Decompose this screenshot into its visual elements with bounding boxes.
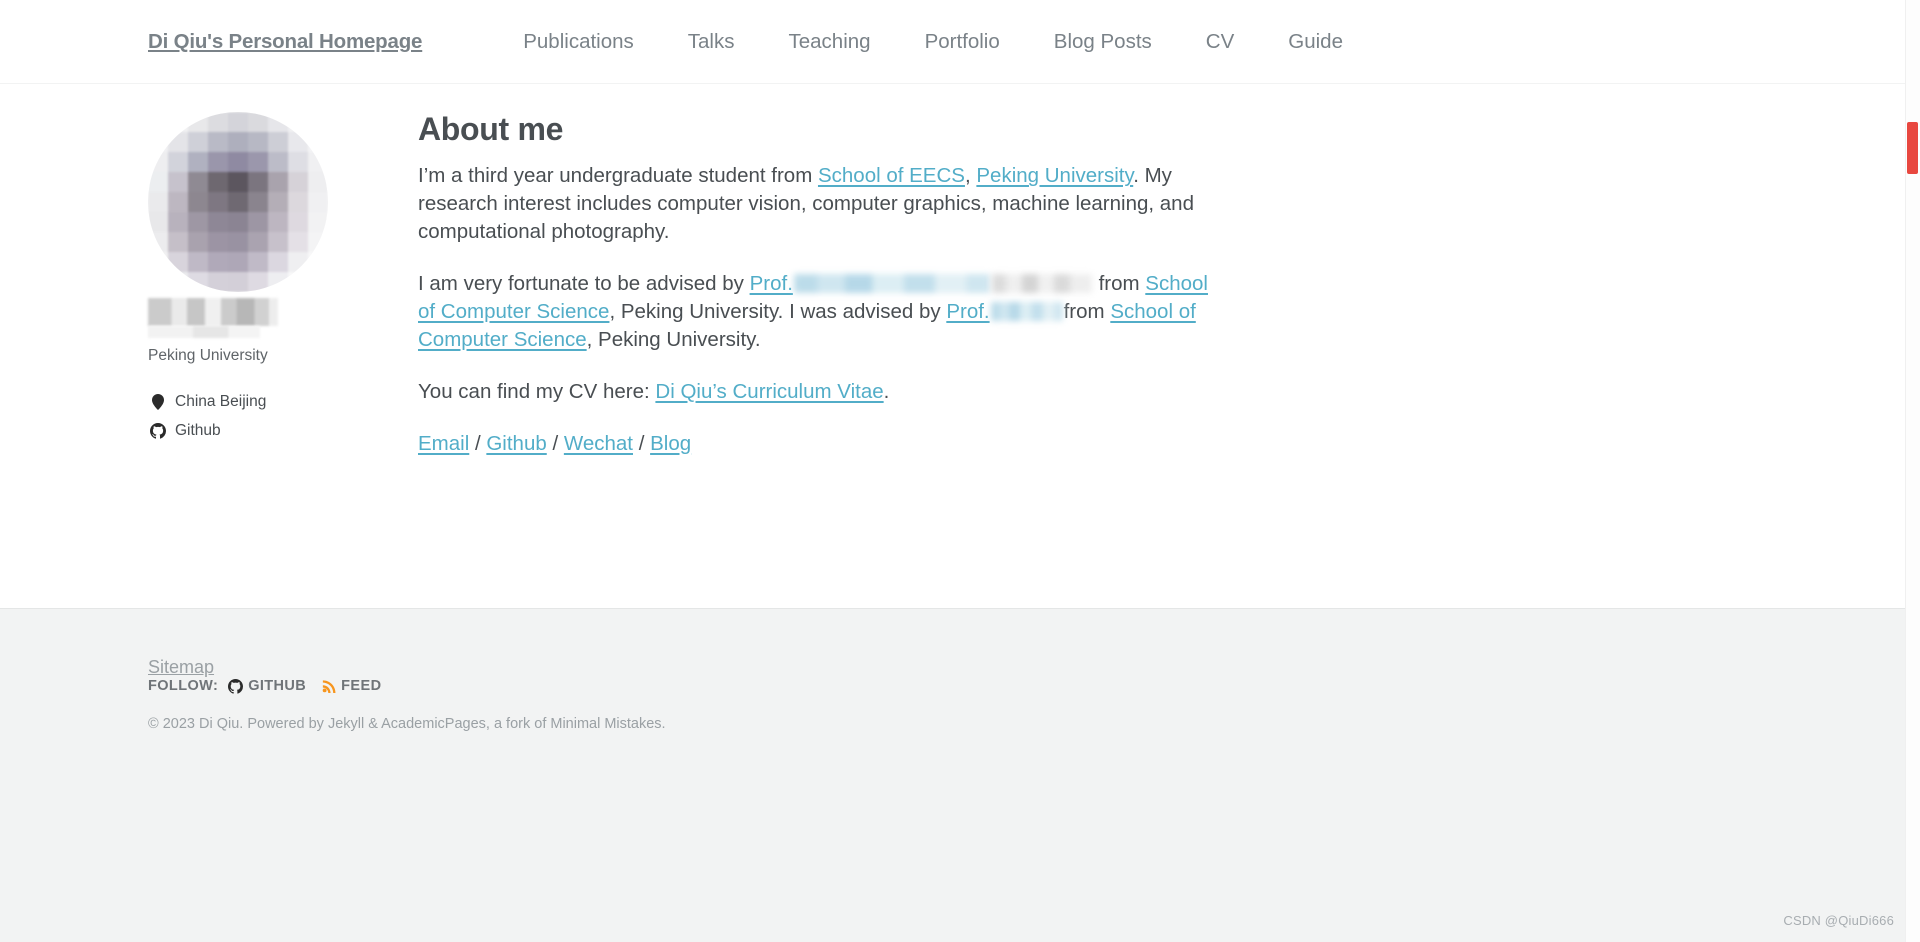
nav-item-portfolio[interactable]: Portfolio bbox=[898, 30, 1027, 54]
nav-link-teaching[interactable]: Teaching bbox=[762, 30, 898, 54]
nav-link-cv[interactable]: CV bbox=[1179, 30, 1261, 54]
link-blog[interactable]: Blog bbox=[650, 432, 691, 455]
avatar-pixelated-mosaic bbox=[148, 112, 328, 292]
nav-item-guide[interactable]: Guide bbox=[1261, 30, 1370, 54]
footer-link-feed-label: FEED bbox=[341, 678, 382, 694]
advisor-text-3: , Peking University. I was advised by bbox=[609, 299, 947, 323]
contact-separator-1: / bbox=[469, 431, 487, 455]
footer-sitemap-link[interactable]: Sitemap bbox=[148, 657, 214, 677]
nav-item-blog-posts[interactable]: Blog Posts bbox=[1027, 30, 1179, 54]
nav-item-talks[interactable]: Talks bbox=[661, 30, 762, 54]
footer-link-github-label: GITHUB bbox=[248, 678, 307, 694]
nav-item-publications[interactable]: Publications bbox=[496, 30, 661, 54]
advisor-two-name-redacted bbox=[990, 301, 1063, 321]
advisor-text-4: from bbox=[1063, 299, 1111, 323]
footer-link-github[interactable]: GITHUB bbox=[228, 678, 306, 694]
vertical-scrollbar-thumb[interactable] bbox=[1907, 122, 1918, 174]
link-advisor-one[interactable]: Prof. bbox=[750, 272, 793, 295]
author-link-github-label: Github bbox=[175, 422, 221, 440]
cv-text-2: . bbox=[883, 379, 890, 403]
link-curriculum-vitae[interactable]: Di Qiu’s Curriculum Vitae bbox=[655, 380, 883, 403]
footer-follow-row: FOLLOW: GITHUB FEED bbox=[148, 678, 1920, 694]
link-github[interactable]: Github bbox=[486, 432, 546, 455]
advisor-text-1: I am very fortunate to be advised by bbox=[418, 272, 750, 296]
nav-link-publications[interactable]: Publications bbox=[496, 30, 661, 54]
main-content: About me I’m a third year undergraduate … bbox=[418, 110, 1208, 481]
github-icon bbox=[228, 678, 244, 694]
nav-link-portfolio[interactable]: Portfolio bbox=[898, 30, 1027, 54]
intro-text-2: , bbox=[964, 164, 977, 188]
masthead-inner: Di Qiu's Personal Homepage Publications … bbox=[0, 0, 1920, 84]
nav-link-talks[interactable]: Talks bbox=[661, 30, 762, 54]
author-link-location[interactable]: China Beijing bbox=[148, 393, 418, 411]
footer-link-feed[interactable]: FEED bbox=[322, 678, 381, 694]
intro-text-1: I’m a third year undergraduate student f… bbox=[418, 164, 818, 188]
advisor-one-name-redacted bbox=[793, 274, 990, 294]
author-link-location-label: China Beijing bbox=[175, 393, 267, 411]
link-wechat[interactable]: Wechat bbox=[564, 432, 633, 455]
page-footer: Sitemap FOLLOW: GITHUB FEED © 2023 Di Qi… bbox=[0, 608, 1920, 942]
footer-copyright: © 2023 Di Qiu. Powered by Jekyll & Acade… bbox=[148, 716, 666, 732]
primary-navigation: Publications Talks Teaching Portfolio Bl… bbox=[422, 30, 1370, 54]
paragraph-contact-links: Email / Github / Wechat / Blog bbox=[418, 430, 1208, 458]
author-name-redacted bbox=[148, 298, 278, 326]
author-subtitle-redacted bbox=[148, 326, 260, 338]
paragraph-advisors: I am very fortunate to be advised by Pro… bbox=[418, 270, 1208, 354]
vertical-scrollbar-track[interactable] bbox=[1905, 0, 1920, 942]
nav-link-guide[interactable]: Guide bbox=[1261, 30, 1370, 54]
advisor-text-5: , Peking University. bbox=[586, 327, 761, 351]
rss-icon bbox=[322, 679, 336, 693]
link-school-of-eecs[interactable]: School of EECS bbox=[818, 164, 965, 187]
masthead: Di Qiu's Personal Homepage Publications … bbox=[0, 0, 1920, 84]
author-link-github[interactable]: Github bbox=[148, 422, 418, 440]
nav-link-blog-posts[interactable]: Blog Posts bbox=[1027, 30, 1179, 54]
nav-item-cv[interactable]: CV bbox=[1179, 30, 1261, 54]
watermark: CSDN @QiuDi666 bbox=[1783, 913, 1894, 928]
advisor-one-lab-redacted bbox=[991, 274, 1092, 294]
avatar bbox=[148, 112, 328, 292]
nav-item-teaching[interactable]: Teaching bbox=[762, 30, 898, 54]
contact-separator-2: / bbox=[546, 431, 564, 455]
advisor-text-2: from bbox=[1092, 272, 1146, 296]
contact-separator-3: / bbox=[633, 431, 651, 455]
page-title: About me bbox=[418, 111, 564, 147]
map-marker-icon bbox=[148, 394, 168, 411]
github-icon bbox=[148, 423, 168, 439]
paragraph-intro: I’m a third year undergraduate student f… bbox=[418, 162, 1208, 246]
link-peking-university[interactable]: Peking University bbox=[976, 164, 1133, 187]
author-sidebar: Peking University China Beijing Github bbox=[148, 110, 418, 481]
main-wrapper: Peking University China Beijing Github A… bbox=[0, 84, 1920, 481]
nav-list: Publications Talks Teaching Portfolio Bl… bbox=[496, 30, 1370, 54]
footer-follow-label: FOLLOW: bbox=[148, 678, 219, 694]
paragraph-cv: You can find my CV here: Di Qiu’s Curric… bbox=[418, 378, 1208, 406]
author-links-list: China Beijing Github bbox=[148, 393, 418, 440]
link-advisor-two[interactable]: Prof. bbox=[946, 300, 989, 323]
page-root: Di Qiu's Personal Homepage Publications … bbox=[0, 0, 1920, 942]
site-title[interactable]: Di Qiu's Personal Homepage bbox=[148, 30, 422, 54]
cv-text-1: You can find my CV here: bbox=[418, 379, 656, 403]
author-bio: Peking University bbox=[148, 347, 268, 364]
link-email[interactable]: Email bbox=[418, 432, 469, 455]
